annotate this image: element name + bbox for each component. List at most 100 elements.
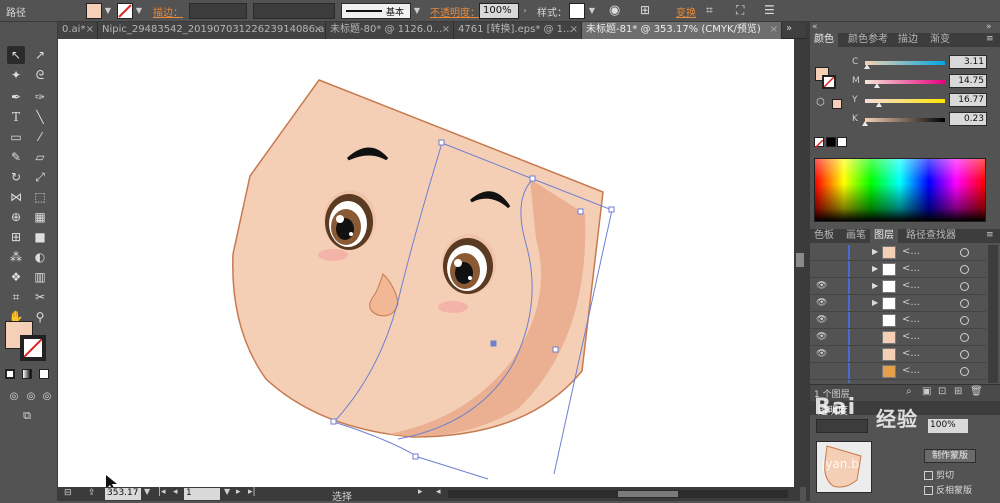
invert-mask-checkbox[interactable] xyxy=(924,486,933,495)
perspective-grid-icon[interactable]: ▦ xyxy=(31,208,49,226)
width-tool-icon[interactable]: ⋈ xyxy=(7,188,25,206)
panel-menu-icon[interactable]: ≡ xyxy=(986,34,994,44)
tab-brushes[interactable]: 画笔 xyxy=(842,229,870,243)
tab-swatches[interactable]: 色板 xyxy=(810,229,838,243)
stroke-color-box[interactable] xyxy=(20,335,46,361)
screen-mode-icon[interactable]: ⧉ xyxy=(18,407,36,425)
opacity-label[interactable]: 不透明度： xyxy=(430,4,480,19)
chevron-right-icon[interactable]: ▸ xyxy=(418,487,423,497)
share-icon[interactable]: ⇪ xyxy=(88,488,96,498)
brush-profile-dropdown[interactable]: 基本 xyxy=(341,3,411,19)
tab-pathfinder[interactable]: 路径查找器 xyxy=(902,229,960,243)
expand-arrow-icon[interactable]: ▶ xyxy=(872,281,878,290)
slider-knob[interactable] xyxy=(874,83,880,88)
collapse-icon[interactable]: « xyxy=(812,22,818,32)
target-circle-icon[interactable] xyxy=(960,248,969,257)
layer-row[interactable]: 👁 <... xyxy=(810,347,986,363)
tab-doc-0[interactable]: 0.ai* × xyxy=(58,22,98,39)
tab-stroke[interactable]: 描边 xyxy=(894,33,922,47)
eye-icon[interactable]: 👁 xyxy=(816,315,827,325)
tab-doc-1[interactable]: Nipic_29483542_20190703122623914086.ai* × xyxy=(98,22,326,39)
color-spectrum[interactable] xyxy=(814,158,986,222)
layer-row[interactable]: 👁 ▶ <... xyxy=(810,279,986,295)
zoom-tool-icon[interactable]: ⚲ xyxy=(31,308,49,326)
magic-wand-icon[interactable]: ✦ xyxy=(7,66,25,84)
close-icon[interactable]: × xyxy=(770,22,778,38)
fill-swatch[interactable] xyxy=(86,3,102,19)
lasso-icon[interactable]: ᘓ xyxy=(31,66,49,84)
slider-knob[interactable] xyxy=(875,102,882,107)
opacity-input[interactable]: 100% xyxy=(479,3,519,19)
scroll-thumb[interactable] xyxy=(618,491,678,497)
mesh-tool-icon[interactable]: ⊞ xyxy=(7,228,25,246)
trash-icon[interactable]: 🗑 xyxy=(970,386,983,397)
rotate-icon[interactable]: ↻ xyxy=(7,168,25,186)
target-circle-icon[interactable] xyxy=(960,282,969,291)
layers-scrollbar[interactable] xyxy=(988,245,998,383)
slice-tool-icon[interactable]: ✂ xyxy=(31,288,49,306)
draw-inside-icon[interactable]: ◎ xyxy=(38,388,56,406)
pencil-icon[interactable]: ✎ xyxy=(7,148,25,166)
chevron-down-icon[interactable]: ▼ xyxy=(224,487,230,496)
recolor-icon[interactable]: ◉ xyxy=(609,3,620,18)
chevron-down-icon[interactable]: ▼ xyxy=(134,3,144,19)
close-icon[interactable]: × xyxy=(442,22,450,38)
eraser-icon[interactable]: ▱ xyxy=(31,148,49,166)
variable-width-dropdown[interactable] xyxy=(253,3,335,19)
tab-gradient[interactable]: 渐变 xyxy=(926,33,954,47)
artboard-tool-icon[interactable]: ⌗ xyxy=(7,288,25,306)
scale-icon[interactable]: ⤢ xyxy=(31,168,49,186)
chevron-right-icon[interactable]: › xyxy=(520,3,530,19)
align-icon[interactable]: ⊞ xyxy=(640,3,650,17)
line-tool-icon[interactable]: ╲ xyxy=(31,108,49,126)
graphic-style-swatch[interactable] xyxy=(569,3,585,19)
blend-tool-icon[interactable]: ◐ xyxy=(31,248,49,266)
expand-icon[interactable]: » xyxy=(986,22,992,32)
white-color-chip[interactable] xyxy=(837,137,847,147)
blend-mode-dropdown[interactable] xyxy=(816,419,868,433)
tab-layers[interactable]: 图层 xyxy=(870,229,898,243)
new-sublayer-icon[interactable]: ⊡ xyxy=(938,386,946,397)
none-color-chip[interactable] xyxy=(814,137,824,149)
expand-arrow-icon[interactable]: ▶ xyxy=(872,247,878,256)
zoom-input[interactable]: 353.17 xyxy=(105,488,141,500)
slider-value[interactable]: 14.75 xyxy=(949,74,987,88)
gradient-tool-icon[interactable]: ■ xyxy=(31,228,49,246)
type-tool-icon[interactable]: T xyxy=(7,108,25,126)
arrange-icon[interactable]: ☰ xyxy=(764,3,775,17)
eyedropper-icon[interactable]: ⁂ xyxy=(7,248,25,266)
target-circle-icon[interactable] xyxy=(960,299,969,308)
layer-row[interactable]: ▶ <... xyxy=(810,245,986,261)
layer-row[interactable]: 👁 <... xyxy=(810,313,986,329)
prev-page-icon[interactable]: ◂ xyxy=(173,487,178,497)
tab-doc-active[interactable]: 未标题-81* @ 353.17% (CMYK/预览) × xyxy=(582,22,782,39)
next-page-icon[interactable]: ▸ xyxy=(236,487,241,497)
target-circle-icon[interactable] xyxy=(960,350,969,359)
tab-doc-3[interactable]: 4761 [转换].eps* @ 1... × xyxy=(454,22,582,39)
last-page-icon[interactable]: ▸| xyxy=(248,487,256,497)
stroke-weight-dropdown[interactable] xyxy=(189,3,247,19)
close-icon[interactable]: × xyxy=(314,22,322,38)
expand-arrow-icon[interactable]: ▶ xyxy=(872,298,878,307)
slider-value[interactable]: 16.77 xyxy=(949,93,987,107)
draw-normal-icon[interactable]: ◎ xyxy=(5,388,23,406)
slider-knob[interactable] xyxy=(862,121,868,126)
clip-checkbox[interactable] xyxy=(924,471,933,480)
isolate-icon[interactable]: ⛶ xyxy=(736,3,744,18)
eye-icon[interactable]: 👁 xyxy=(816,349,827,359)
panel-menu-icon[interactable]: ≡ xyxy=(986,230,994,240)
clipping-mask-icon[interactable]: ▣ xyxy=(922,386,931,397)
slider-c[interactable]: C 3.11 xyxy=(810,55,1000,73)
target-circle-icon[interactable] xyxy=(960,316,969,325)
selection-tool-icon[interactable]: ↖ xyxy=(7,46,25,64)
page-input[interactable]: 1 xyxy=(184,488,220,500)
layer-row[interactable]: ▶ <... xyxy=(810,262,986,278)
slider-k[interactable]: K 0.23 xyxy=(810,112,1000,130)
eye-icon[interactable]: 👁 xyxy=(816,298,827,308)
artboard-canvas[interactable] xyxy=(58,39,794,491)
chevron-down-icon[interactable]: ▼ xyxy=(103,3,113,19)
more-tabs-icon[interactable]: » xyxy=(786,23,792,34)
slider-track[interactable] xyxy=(865,118,945,122)
gradient-mode-icon[interactable] xyxy=(22,369,32,379)
slider-knob[interactable] xyxy=(864,64,871,69)
